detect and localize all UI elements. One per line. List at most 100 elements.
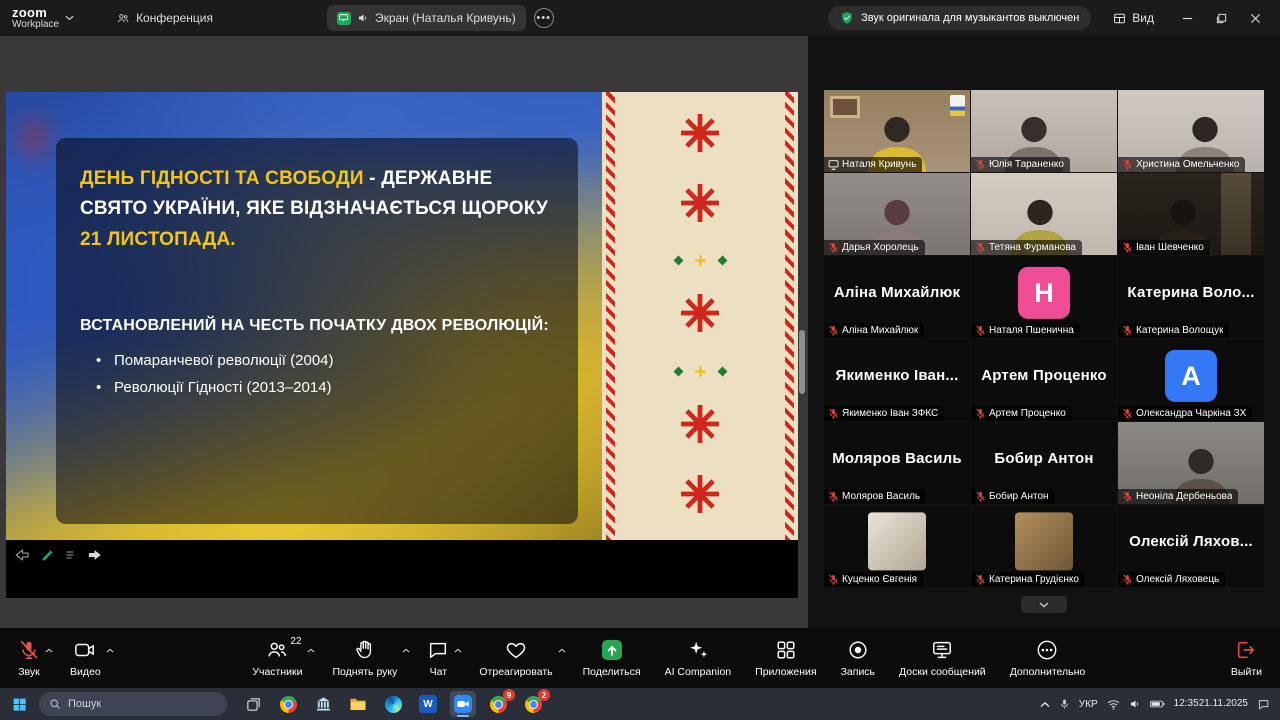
notifications-button[interactable] <box>1257 698 1270 711</box>
stage-scrollbar[interactable] <box>799 330 805 394</box>
mic-muted-icon <box>828 491 839 502</box>
mic-muted-icon <box>975 242 986 253</box>
embroidery-cross-icon <box>694 365 707 378</box>
toolbar-chat-button[interactable]: Чат <box>415 628 467 688</box>
embroidery-diamond-icon <box>717 255 728 266</box>
embroidery-row <box>681 405 719 448</box>
chevron-down-icon[interactable] <box>65 15 74 21</box>
annotate-pen-button[interactable] <box>41 549 54 562</box>
taskbar-bank-app-icon[interactable] <box>310 691 336 717</box>
chevron-up-icon[interactable] <box>402 641 410 656</box>
taskbar-zoom-icon[interactable] <box>450 691 476 717</box>
toolbar-label: AI Companion <box>665 666 732 678</box>
embroidery-diamond-icon <box>673 366 684 377</box>
language-indicator[interactable]: УКР <box>1079 699 1098 710</box>
participant-tile[interactable]: Куценко Євгенія <box>824 505 970 587</box>
mic-muted-icon <box>1122 159 1133 170</box>
people-icon <box>116 12 130 25</box>
taskbar-file-explorer-icon[interactable] <box>345 691 371 717</box>
toolbar-participants-button[interactable]: Участники 22 <box>240 628 320 688</box>
chevron-up-icon[interactable] <box>307 641 315 656</box>
slide-bullet-list: Помаранчевої революції (2004)Революції Г… <box>80 347 554 401</box>
participant-tile[interactable]: АОлександра Чаркіна ЗХ <box>1118 339 1264 421</box>
taskbar-edge-icon[interactable] <box>380 691 406 717</box>
toolbar-apps-button[interactable]: Приложения <box>743 628 828 688</box>
toolbar-share-button[interactable]: Поделиться <box>571 628 653 688</box>
tab-conference[interactable]: Конференция <box>106 5 223 31</box>
mic-muted-icon <box>975 408 986 419</box>
participant-tile[interactable]: Катерина Грудієнко <box>971 505 1117 587</box>
toolbar-record-button[interactable]: Запись <box>829 628 887 688</box>
title-bar: zoom Workplace Конференция Экран (Наталь… <box>0 0 1280 36</box>
gallery-collapse-button[interactable] <box>1021 596 1067 613</box>
tab-overflow-button[interactable]: ••• <box>534 8 554 28</box>
chevron-up-icon[interactable] <box>558 641 566 656</box>
taskbar-clock[interactable]: 12:35 21.11.2025 <box>1174 698 1248 711</box>
chevron-up-icon[interactable] <box>454 641 462 656</box>
mic-muted-icon <box>828 325 839 336</box>
participant-tile[interactable]: Наталя Кривунь <box>824 90 970 172</box>
participant-tile[interactable]: Аліна МихайлюкАліна Михайлюк <box>824 256 970 338</box>
prev-slide-button[interactable] <box>14 548 31 562</box>
taskbar-search[interactable]: Пошук <box>39 692 227 716</box>
participant-tile[interactable]: Іван Шевченко <box>1118 173 1264 255</box>
start-button[interactable] <box>6 691 32 717</box>
participant-tile[interactable]: Тетяна Фурманова <box>971 173 1117 255</box>
view-label: Вид <box>1132 11 1154 25</box>
participant-tile[interactable]: Катерина Воло...Катерина Волощук <box>1118 256 1264 338</box>
embroidery-star-icon <box>681 184 719 222</box>
participant-tile[interactable]: Христина Омельченко <box>1118 90 1264 172</box>
battery-icon[interactable] <box>1150 699 1165 709</box>
tab-screen-share[interactable]: Экран (Наталья Кривунь) <box>327 5 526 31</box>
taskbar-chrome-profile-2-icon[interactable]: 2 <box>520 691 546 717</box>
mic-muted-icon <box>975 325 986 336</box>
participant-tile[interactable]: Артем ПроценкоАртем Проценко <box>971 339 1117 421</box>
participant-tile[interactable]: Олексій Ляхов...Олексій Ляховець <box>1118 505 1264 587</box>
toolbar-react-button[interactable]: Отреагировать <box>467 628 570 688</box>
participant-tile[interactable]: ННаталя Пшенична <box>971 256 1117 338</box>
wifi-icon[interactable] <box>1107 699 1120 710</box>
original-sound-banner[interactable]: Звук оригинала для музыкантов выключен <box>828 6 1091 30</box>
toolbar-boards-button[interactable]: Доски сообщений <box>887 628 998 688</box>
mic-muted-icon <box>1122 325 1133 336</box>
mic-muted-icon <box>975 491 986 502</box>
maximize-button[interactable] <box>1204 0 1238 36</box>
toolbar-video-button[interactable]: Видео <box>58 628 119 688</box>
next-slide-button[interactable] <box>86 548 103 562</box>
participant-tile[interactable]: Бобир АнтонБобир Антон <box>971 422 1117 504</box>
toolbar-more-button[interactable]: Дополнительно <box>998 628 1098 688</box>
tab-conference-label: Конференция <box>136 11 213 25</box>
taskbar-word-icon[interactable]: W <box>415 691 441 717</box>
mic-muted-icon <box>1122 574 1133 585</box>
chevron-up-icon[interactable] <box>45 641 53 656</box>
mic-muted-icon <box>1122 491 1133 502</box>
tab-screen-label: Экран (Наталья Кривунь) <box>375 11 516 25</box>
toolbar-label: Поделиться <box>583 666 641 678</box>
close-button[interactable] <box>1238 0 1272 36</box>
participant-name-label: Іван Шевченко <box>1118 240 1210 255</box>
slide-list-button[interactable] <box>64 549 76 561</box>
taskbar-task-view-icon[interactable] <box>240 691 266 717</box>
tray-expand-button[interactable] <box>1040 701 1050 708</box>
chevron-up-icon[interactable] <box>106 641 114 656</box>
participant-tile[interactable]: Якименко Іван...Якименко Іван ЗФКС <box>824 339 970 421</box>
participant-tile[interactable]: Юлія Тараненко <box>971 90 1117 172</box>
view-button[interactable]: Вид <box>1107 11 1160 25</box>
participant-tile[interactable]: Моляров ВасильМоляров Василь <box>824 422 970 504</box>
participant-tile[interactable]: Дарья Хоролець <box>824 173 970 255</box>
raise-hand-icon <box>354 638 376 662</box>
toolbar-raise-hand-button[interactable]: Поднять руку <box>320 628 415 688</box>
minimize-button[interactable] <box>1170 0 1204 36</box>
volume-icon[interactable] <box>1129 698 1141 710</box>
slide-bullet: Революції Гідності (2013–2014) <box>80 374 554 401</box>
speaker-icon <box>357 12 369 24</box>
tray-mic-icon[interactable] <box>1059 698 1070 710</box>
taskbar-chrome-icon[interactable] <box>275 691 301 717</box>
toolbar-audio-button[interactable]: Звук <box>6 628 58 688</box>
taskbar-chrome-profile-1-icon[interactable]: 9 <box>485 691 511 717</box>
toolbar-leave-button[interactable]: Выйти <box>1219 628 1274 688</box>
search-placeholder: Пошук <box>68 698 101 710</box>
react-icon <box>505 638 527 662</box>
participant-tile[interactable]: Неоніла Дербеньова <box>1118 422 1264 504</box>
toolbar-ai-companion-button[interactable]: AI Companion <box>653 628 744 688</box>
